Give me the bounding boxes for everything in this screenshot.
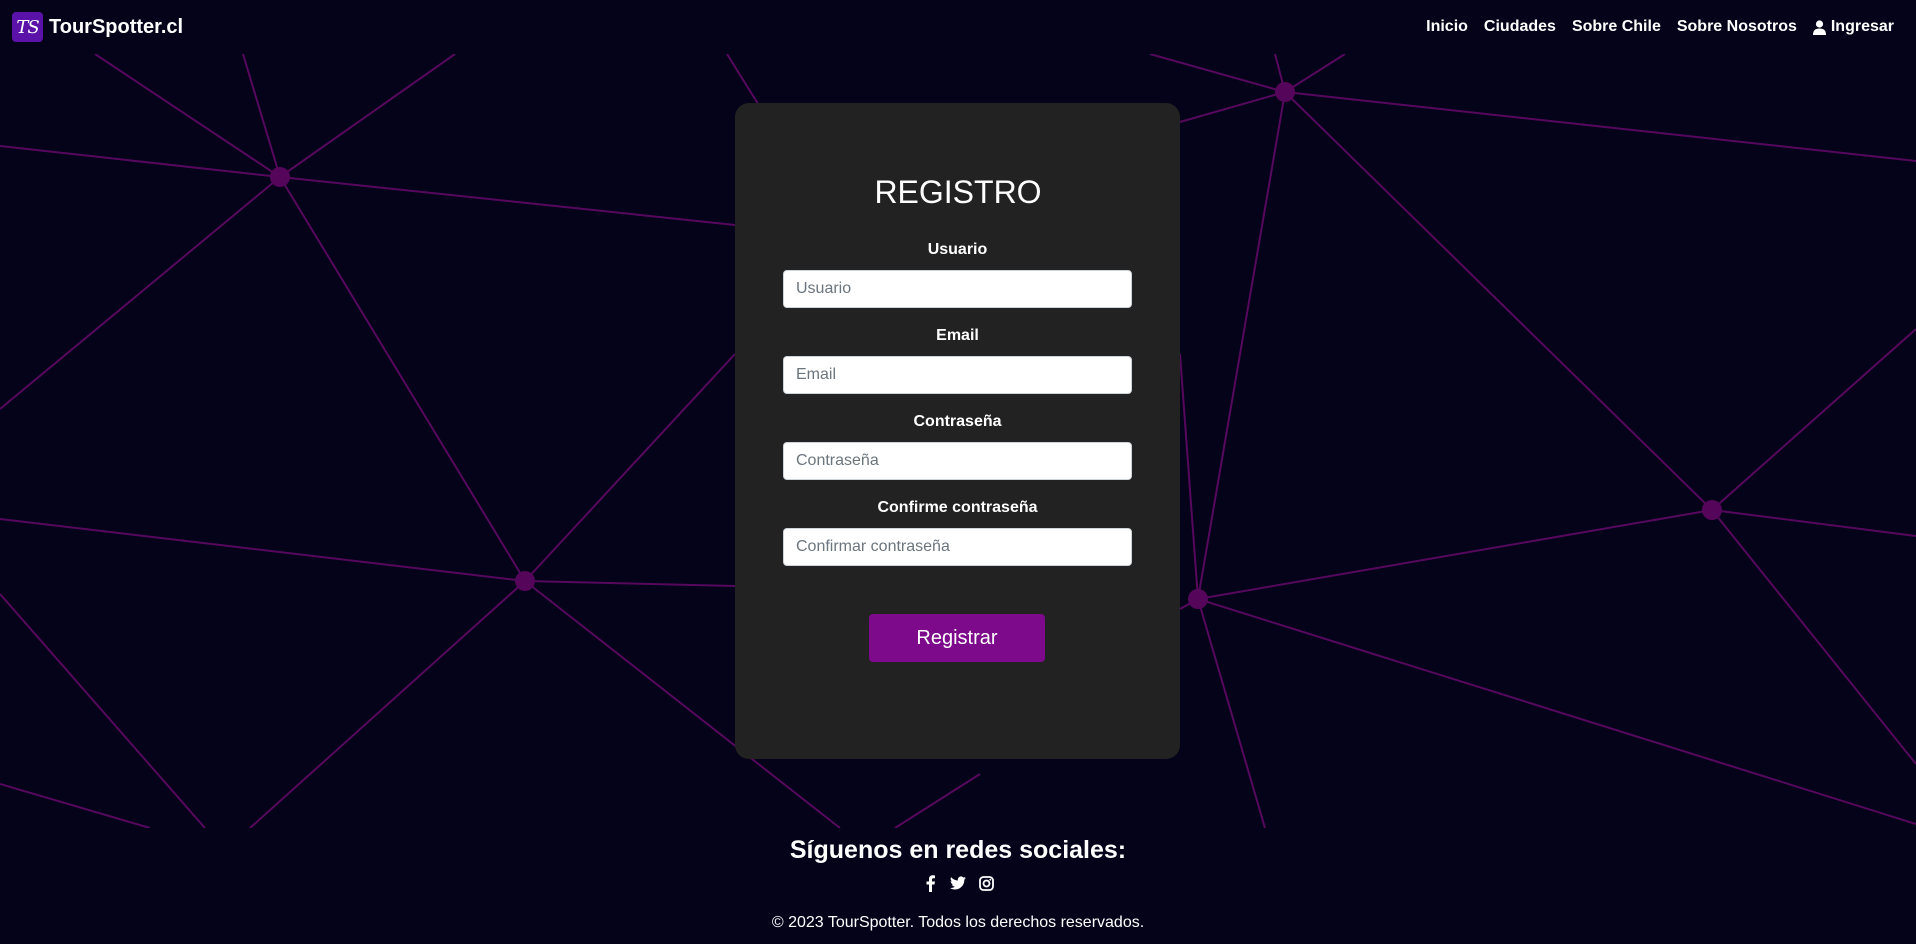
social-links bbox=[0, 874, 1916, 892]
user-icon bbox=[1812, 19, 1826, 35]
nav-links: Inicio Ciudades Sobre Chile Sobre Nosotr… bbox=[1426, 18, 1904, 36]
password-input[interactable] bbox=[783, 442, 1132, 480]
instagram-icon[interactable] bbox=[978, 874, 994, 892]
brand-name: TourSpotter.cl bbox=[49, 15, 184, 38]
register-title: REGISTRO bbox=[874, 174, 1042, 210]
nav-item-ciudades[interactable]: Ciudades bbox=[1484, 18, 1556, 36]
navbar: TS TourSpotter.cl Inicio Ciudades Sobre … bbox=[0, 0, 1916, 54]
ingresar-label: Ingresar bbox=[1830, 18, 1894, 35]
twitter-icon[interactable] bbox=[950, 874, 966, 892]
username-label: Usuario bbox=[927, 241, 988, 258]
password-label: Contraseña bbox=[913, 413, 1002, 430]
facebook-icon[interactable] bbox=[922, 874, 938, 892]
email-label: Email bbox=[936, 327, 979, 344]
footer-title: Síguenos en redes sociales: bbox=[789, 836, 1127, 864]
nav-item-ingresar[interactable]: Ingresar bbox=[1812, 18, 1894, 36]
nav-item-sobre-nosotros[interactable]: Sobre Nosotros bbox=[1677, 18, 1797, 36]
username-input[interactable] bbox=[783, 270, 1132, 308]
footer: Síguenos en redes sociales: © 2023 TourS… bbox=[0, 828, 1916, 944]
register-button[interactable]: Registrar bbox=[869, 614, 1045, 662]
copyright-text: © 2023 TourSpotter. Todos los derechos r… bbox=[771, 914, 1145, 931]
page: TS TourSpotter.cl Inicio Ciudades Sobre … bbox=[0, 0, 1916, 944]
register-form: Usuario Email Contraseña Confirme contra… bbox=[783, 240, 1132, 584]
brand-link[interactable]: TS TourSpotter.cl bbox=[12, 12, 183, 42]
brand-logo-icon: TS bbox=[12, 12, 43, 42]
confirm-password-input[interactable] bbox=[783, 528, 1132, 566]
confirm-password-label: Confirme contraseña bbox=[877, 499, 1038, 516]
nav-item-inicio[interactable]: Inicio bbox=[1426, 18, 1468, 36]
nav-item-sobre-chile[interactable]: Sobre Chile bbox=[1572, 18, 1661, 36]
email-input[interactable] bbox=[783, 356, 1132, 394]
